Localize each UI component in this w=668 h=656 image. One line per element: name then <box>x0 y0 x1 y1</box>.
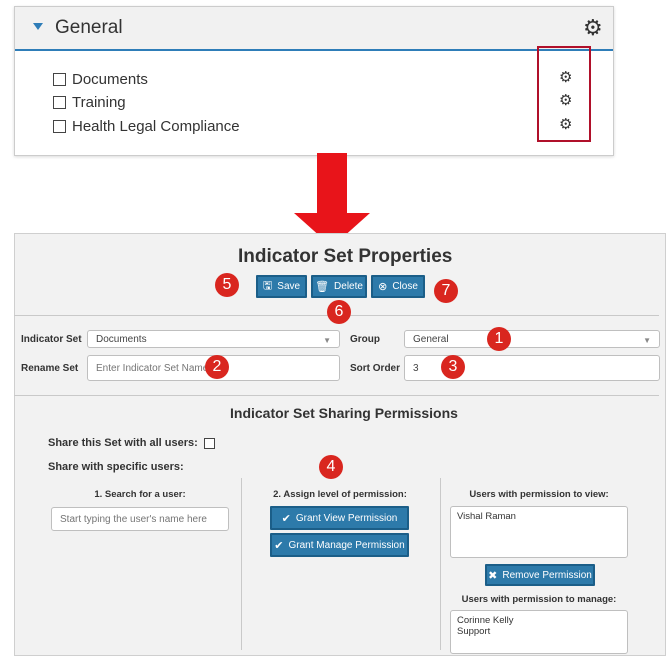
gear-icon[interactable]: ⚙ <box>583 17 603 39</box>
view-user-entry: Vishal Raman <box>457 511 516 522</box>
save-icon: 🖫 <box>262 280 273 292</box>
manage-user-entry: Corinne Kelly <box>457 615 514 626</box>
callout-badge: 6 <box>327 300 351 324</box>
grant-manage-permission-button[interactable]: ✔ Grant Manage Permission <box>270 533 409 557</box>
delete-button[interactable]: 🗑 Delete <box>311 275 367 298</box>
indicator-set-label: Indicator Set <box>21 334 82 345</box>
list-item-documents[interactable]: Documents <box>53 71 148 88</box>
sort-order-label: Sort Order <box>350 363 401 374</box>
share-all-row: Share this Set with all users: <box>48 437 221 449</box>
general-panel: General ⚙ Documents Training Health Lega… <box>14 6 614 156</box>
rename-set-label: Rename Set <box>21 363 79 374</box>
item-label: Documents <box>72 71 148 88</box>
chevron-down-icon: ▼ <box>643 336 651 345</box>
group-select[interactable]: General ▼ <box>404 330 660 348</box>
share-all-label: Share this Set with all users: <box>48 437 198 449</box>
divider <box>14 395 659 396</box>
callout-badge: 3 <box>441 355 465 379</box>
trash-icon: 🗑 <box>315 281 330 293</box>
search-user-heading: 1. Search for a user: <box>94 489 186 500</box>
share-specific-label: Share with specific users: <box>48 461 184 473</box>
manage-users-heading: Users with permission to manage: <box>461 594 617 605</box>
sharing-section-title: Indicator Set Sharing Permissions <box>230 405 458 421</box>
delete-label: Delete <box>334 281 363 292</box>
remove-permission-button[interactable]: ✖ Remove Permission <box>485 564 595 586</box>
chevron-down-icon: ▼ <box>323 336 331 345</box>
close-x-icon: ✖ <box>488 569 498 582</box>
save-label: Save <box>277 281 301 292</box>
list-item-training[interactable]: Training <box>53 94 126 111</box>
close-button[interactable]: ⊗ Close <box>371 275 425 298</box>
manage-users-list[interactable]: Corinne Kelly Support <box>450 610 628 654</box>
indicator-set-select[interactable]: Documents ▼ <box>87 330 340 348</box>
remove-permission-label: Remove Permission <box>502 569 592 581</box>
collapse-caret-icon[interactable] <box>33 23 43 30</box>
callout-badge: 2 <box>205 355 229 379</box>
grant-manage-label: Grant Manage Permission <box>288 539 405 551</box>
checkbox[interactable] <box>53 96 66 109</box>
callout-badge: 4 <box>319 455 343 479</box>
close-label: Close <box>392 281 418 292</box>
grant-view-permission-button[interactable]: ✔ Grant View Permission <box>270 506 409 530</box>
checkbox[interactable] <box>53 120 66 133</box>
dialog-title: Indicator Set Properties <box>238 246 453 267</box>
column-divider <box>241 478 242 650</box>
share-all-checkbox[interactable] <box>203 437 215 449</box>
indicator-set-value: Documents <box>96 333 147 345</box>
item-label: Training <box>72 94 126 111</box>
list-item-health-legal-compliance[interactable]: Health Legal Compliance <box>53 118 240 135</box>
item-label: Health Legal Compliance <box>72 118 240 135</box>
column-divider <box>440 478 441 650</box>
highlight-box <box>537 46 591 142</box>
user-search-input[interactable] <box>51 507 229 531</box>
panel-title: General <box>55 17 123 38</box>
callout-badge: 7 <box>434 279 458 303</box>
check-icon: ✔ <box>281 512 291 525</box>
callout-badge: 5 <box>215 273 239 297</box>
grant-view-label: Grant View Permission <box>295 512 398 524</box>
view-users-list[interactable]: Vishal Raman <box>450 506 628 558</box>
sort-order-value: 3 <box>413 362 419 374</box>
manage-user-entry: Support <box>457 626 491 637</box>
group-value: General <box>413 333 449 345</box>
check-icon: ✔ <box>274 539 284 552</box>
general-panel-header[interactable]: General ⚙ <box>15 7 613 51</box>
assign-permission-heading: 2. Assign level of permission: <box>273 489 407 500</box>
save-button[interactable]: 🖫 Save <box>256 275 307 298</box>
down-arrow-shaft <box>317 153 347 215</box>
close-circle-icon: ⊗ <box>378 281 388 293</box>
checkbox[interactable] <box>53 73 66 86</box>
callout-badge: 1 <box>487 327 511 351</box>
view-users-heading: Users with permission to view: <box>469 489 609 500</box>
group-label: Group <box>350 334 380 345</box>
